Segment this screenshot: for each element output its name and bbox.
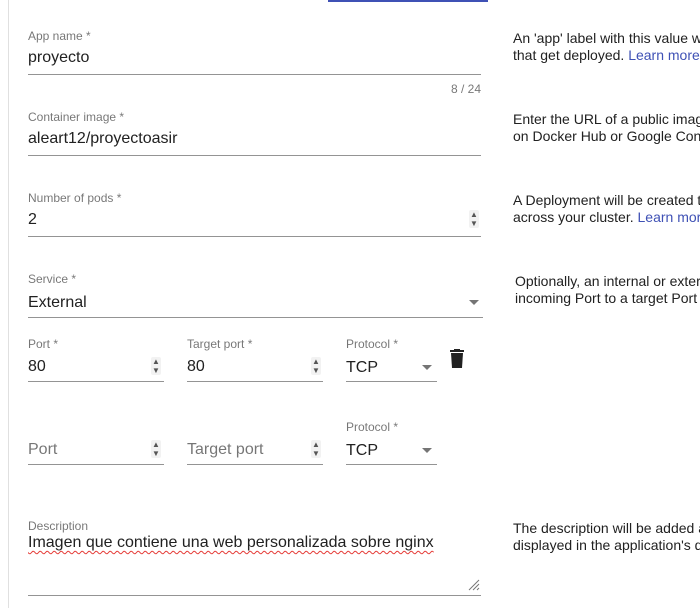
container-image-underline (28, 155, 481, 156)
port-spinner-icon[interactable]: ▲ ▼ (151, 440, 161, 458)
port-label: Port * (28, 337, 59, 351)
pods-underline (28, 236, 481, 237)
resize-handle-icon[interactable] (468, 579, 480, 591)
pods-spinner-icon[interactable]: ▲ ▼ (469, 210, 479, 228)
port-input[interactable]: 80 (28, 358, 46, 376)
port-decrement-icon[interactable]: ▼ (151, 366, 161, 375)
port-decrement-icon[interactable]: ▼ (151, 449, 161, 458)
delete-icon[interactable] (449, 349, 465, 369)
target-port-field[interactable]: Target port * 80 ▲ ▼ (187, 337, 323, 387)
protocol-select-2[interactable]: Protocol * TCP (346, 420, 437, 470)
pods-help: A Deployment will be created t across yo… (513, 192, 700, 225)
dropdown-arrow-icon[interactable] (422, 365, 432, 370)
target-port-input[interactable]: 80 (187, 358, 205, 376)
target-port-spinner-icon[interactable]: ▲ ▼ (311, 440, 321, 458)
protocol-value: TCP (346, 359, 378, 376)
port-field[interactable]: Port * 80 ▲ ▼ (28, 337, 164, 387)
service-label: Service * (28, 272, 77, 286)
container-image-label: Container image * (28, 110, 125, 124)
active-tab-indicator (328, 0, 488, 2)
app-name-field[interactable]: App name * proyecto 8 / 24 (28, 29, 481, 99)
container-image-input[interactable]: aleart12/proyectoasir (28, 130, 177, 148)
pods-learn-more-link[interactable]: Learn mor (638, 209, 700, 225)
description-help: The description will be added a displaye… (513, 520, 700, 553)
target-port-underline (187, 381, 323, 382)
target-port-decrement-icon[interactable]: ▼ (311, 449, 321, 458)
service-value: External (28, 294, 87, 311)
dropdown-arrow-icon[interactable] (469, 300, 479, 305)
app-name-counter: 8 / 24 (450, 82, 481, 96)
protocol-underline-2 (346, 464, 437, 465)
protocol-select[interactable]: Protocol * TCP (346, 337, 437, 387)
app-name-learn-more-link[interactable]: Learn more (628, 47, 700, 63)
pods-field[interactable]: Number of pods * 2 ▲ ▼ (28, 191, 481, 241)
dropdown-arrow-icon[interactable] (422, 448, 432, 453)
protocol-label-2: Protocol * (346, 420, 399, 434)
description-field[interactable]: Description Imagen que contiene una web … (28, 519, 481, 599)
app-name-help: An 'app' label with this value w that ge… (513, 30, 700, 63)
container-image-field[interactable]: Container image * aleart12/proyectoasir (28, 110, 481, 160)
protocol-value-2: TCP (346, 442, 378, 459)
port-increment-icon[interactable]: ▲ (151, 440, 161, 449)
target-port-spinner-icon[interactable]: ▲ ▼ (311, 357, 321, 375)
pods-input[interactable]: 2 (28, 211, 37, 229)
port-spinner-icon[interactable]: ▲ ▼ (151, 357, 161, 375)
container-image-help: Enter the URL of a public imag on Docker… (513, 111, 700, 144)
target-port-input-2[interactable]: Target port (187, 441, 263, 459)
app-name-label: App name * (28, 29, 91, 43)
pods-increment-icon[interactable]: ▲ (469, 210, 479, 219)
port-field-2[interactable]: Port ▲ ▼ (28, 420, 164, 470)
service-underline (28, 317, 483, 318)
port-increment-icon[interactable]: ▲ (151, 357, 161, 366)
target-port-underline-2 (187, 464, 323, 465)
port-underline (28, 381, 164, 382)
protocol-label: Protocol * (346, 337, 399, 351)
app-name-input[interactable]: proyecto (28, 49, 89, 67)
pods-decrement-icon[interactable]: ▼ (469, 219, 479, 228)
description-label: Description (28, 519, 89, 533)
protocol-underline (346, 381, 437, 382)
description-underline (28, 595, 481, 596)
panel-border (8, 0, 9, 608)
description-textarea[interactable]: Imagen que contiene una web personalizad… (28, 534, 434, 552)
port-input-2[interactable]: Port (28, 441, 57, 459)
target-port-decrement-icon[interactable]: ▼ (311, 366, 321, 375)
service-help: Optionally, an internal or exter incomin… (515, 273, 700, 306)
target-port-label: Target port * (187, 337, 253, 351)
port-underline-2 (28, 464, 164, 465)
service-select[interactable]: Service * External (28, 272, 483, 322)
target-port-field-2[interactable]: Target port ▲ ▼ (187, 420, 323, 470)
app-name-underline (28, 74, 481, 75)
pods-label: Number of pods * (28, 191, 122, 205)
target-port-increment-icon[interactable]: ▲ (311, 440, 321, 449)
target-port-increment-icon[interactable]: ▲ (311, 357, 321, 366)
